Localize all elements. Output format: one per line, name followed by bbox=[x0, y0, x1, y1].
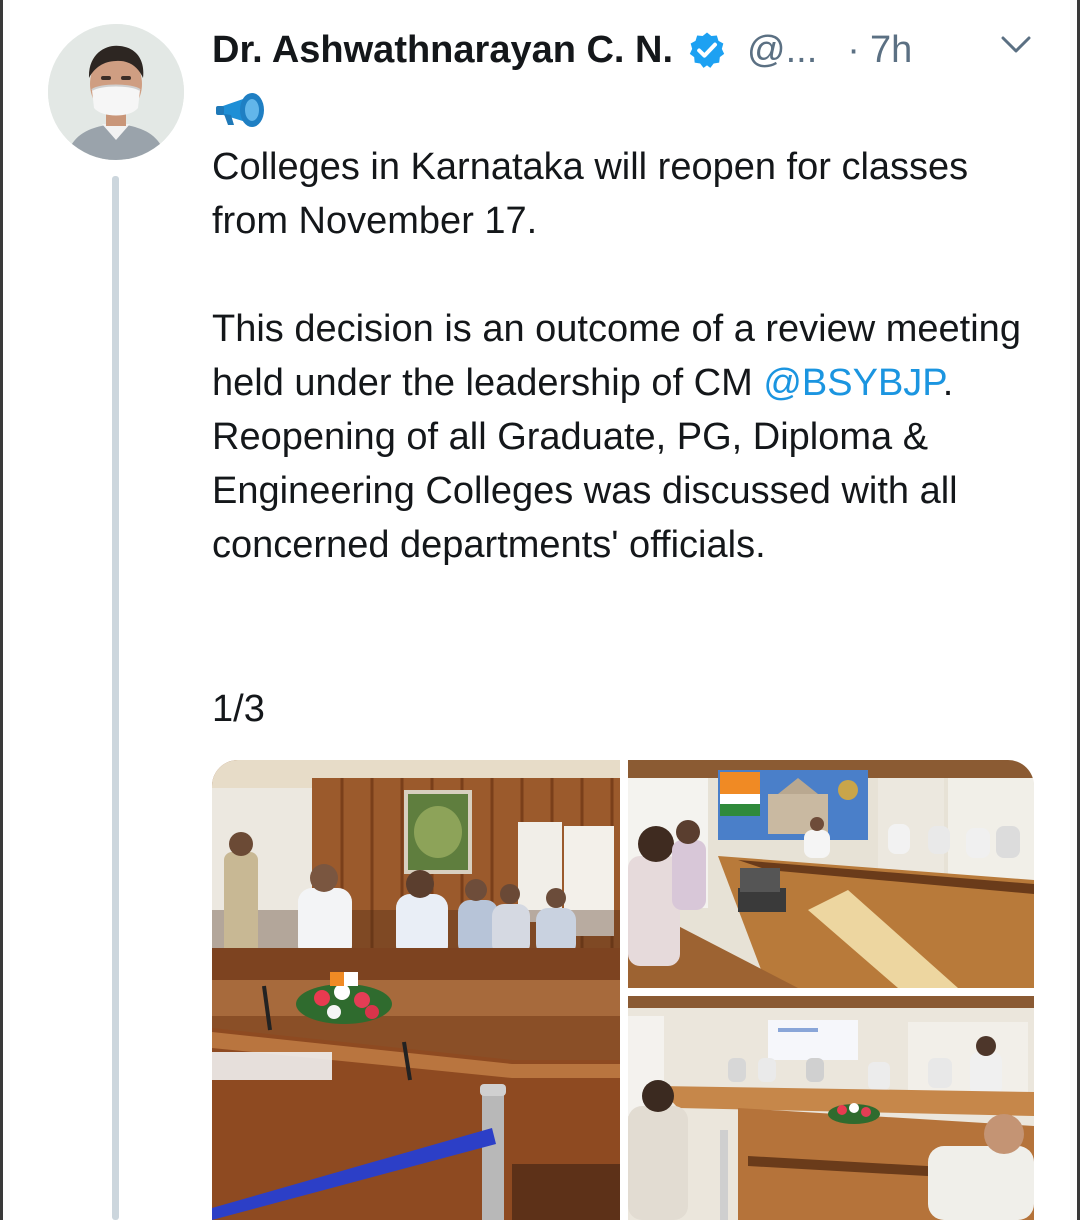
author-handle[interactable]: @... bbox=[747, 29, 817, 72]
tweet-header: Dr. Ashwathnarayan C. N. @... · 7h bbox=[212, 22, 1052, 78]
mention-link[interactable]: @BSYBJP bbox=[763, 362, 942, 404]
avatar-photo bbox=[48, 24, 184, 160]
author-avatar[interactable] bbox=[48, 24, 184, 160]
tweet-paragraph-1: Colleges in Karnataka will reopen for cl… bbox=[212, 146, 969, 242]
author-name[interactable]: Dr. Ashwathnarayan C. N. bbox=[212, 29, 673, 72]
media-photo-3[interactable] bbox=[628, 996, 1034, 1220]
chevron-down-icon[interactable] bbox=[1000, 34, 1032, 56]
media-photo-2[interactable] bbox=[628, 760, 1034, 988]
tweet-paragraph-2: This decision is an outcome of a review … bbox=[212, 302, 1042, 572]
verified-badge-icon bbox=[689, 32, 725, 68]
tweet-body: Colleges in Karnataka will reopen for cl… bbox=[212, 140, 1042, 572]
media-grid bbox=[212, 760, 1034, 1220]
thread-counter: 1/3 bbox=[212, 688, 265, 730]
media-photo-1[interactable] bbox=[212, 760, 620, 1220]
thread-connector-line bbox=[112, 176, 119, 1220]
tweet-timestamp[interactable]: 7h bbox=[870, 29, 912, 72]
megaphone-emoji bbox=[216, 93, 264, 127]
meta-separator: · bbox=[847, 28, 860, 71]
